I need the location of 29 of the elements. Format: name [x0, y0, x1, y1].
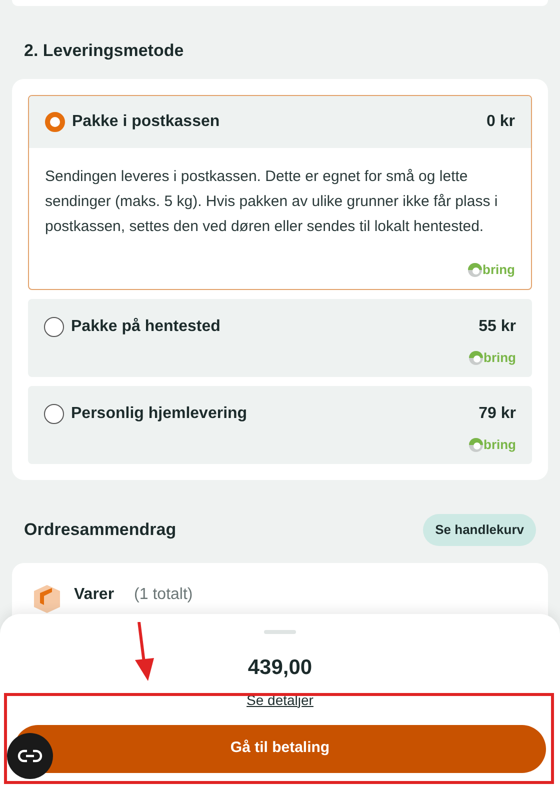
items-label: Varer [74, 584, 114, 604]
option-price: 0 kr [486, 112, 515, 132]
total-price: 439,00 [248, 655, 312, 681]
drag-handle[interactable] [264, 630, 296, 634]
option-price: 55 kr [478, 316, 516, 336]
carrier-name: bring [484, 351, 516, 364]
radio-button[interactable] [44, 316, 64, 336]
delivery-option[interactable]: Pakke på hentested 55 kr bring [28, 298, 532, 376]
carrier-name: bring [482, 263, 515, 276]
section-title: Ordresammendrag [24, 518, 176, 541]
details-link[interactable]: Se detaljer [246, 690, 314, 710]
items-count: (1 totalt) [134, 584, 193, 604]
delivery-option[interactable]: Personlig hjemlevering 79 kr bring [28, 386, 532, 464]
radio-button[interactable] [45, 112, 65, 132]
link-icon [17, 749, 43, 763]
bring-logo-icon [468, 262, 482, 276]
option-name: Pakke i postkassen [72, 112, 221, 132]
option-name: Personlig hjemlevering [71, 404, 248, 424]
cart-button[interactable]: Se handlekurv [423, 514, 536, 546]
radio-button[interactable] [44, 404, 64, 424]
section-title: 2. Leveringsmetode [24, 40, 185, 62]
bring-logo-icon [468, 438, 482, 452]
option-price: 79 kr [478, 404, 516, 424]
delivery-option[interactable] [28, 94, 532, 290]
option-name: Pakke på hentested [71, 316, 222, 336]
option-description: Sendingen leveres i postkassen. Dette er egnet for små og lette sendinger (maks. 5 kg). Hvis pakken av ulike grunner ikke får plass i postkassen, settes den ved døren eller sendes til lokalt hentested. [44, 166, 499, 236]
carrier-name: bring [484, 438, 516, 451]
bring-logo-icon [468, 350, 482, 364]
box-icon [32, 582, 62, 612]
